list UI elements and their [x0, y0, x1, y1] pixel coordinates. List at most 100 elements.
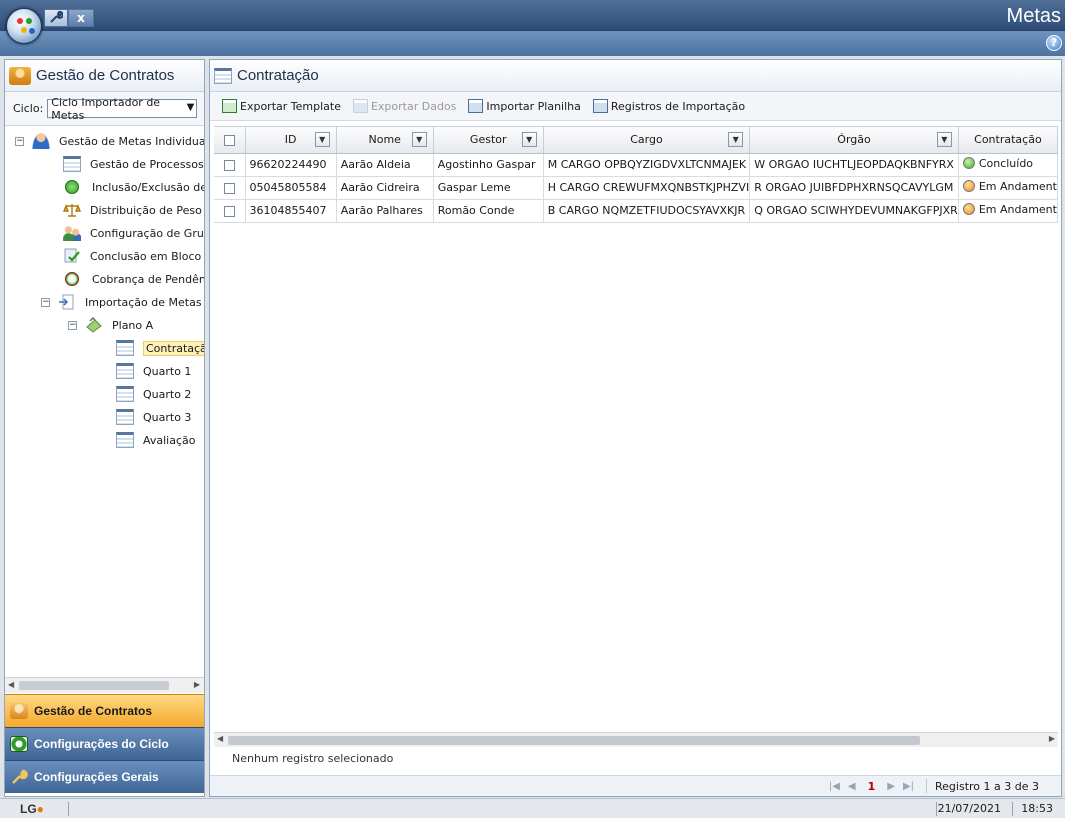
tree-node-quarto-3[interactable]: Quarto 3	[116, 407, 191, 427]
row-checkbox-cell	[214, 153, 246, 177]
nav-label: Gestão de Contratos	[34, 704, 153, 718]
tree-node-label: Quarto 1	[143, 364, 192, 378]
tree-node-configuracao-grupos[interactable]: Configuração de Grupos	[63, 223, 204, 243]
first-page-icon[interactable]: |◀	[829, 781, 840, 792]
wrench-icon	[10, 769, 28, 785]
chevron-down-icon[interactable]: ▼	[314, 132, 330, 147]
nav-gestao-contratos[interactable]: Gestão de Contratos	[5, 694, 204, 727]
logo-text: LG	[20, 801, 37, 816]
column-header-orgao[interactable]: Órgão ▼	[749, 127, 959, 154]
pager: |◀ ◀ 1 ▶ ▶| Registro 1 a 3 de 3	[210, 775, 1061, 796]
row-checkbox[interactable]	[223, 205, 235, 217]
last-page-icon[interactable]: ▶|	[903, 781, 914, 792]
column-label: Nome	[368, 133, 401, 147]
pager-divider	[926, 779, 928, 793]
next-page-icon[interactable]: ▶	[887, 781, 895, 792]
tree-node-label: Quarto 2	[143, 387, 192, 401]
tree-node-contratacao[interactable]: Contratação	[116, 338, 204, 358]
collapse-icon[interactable]: −	[41, 297, 50, 307]
tree-node-distribuicao-peso[interactable]: Distribuição de Peso nos	[62, 200, 204, 220]
tree-node-conclusao-bloco[interactable]: Conclusão em Bloco de	[63, 246, 204, 266]
tree-node-quarto-2[interactable]: Quarto 2	[116, 384, 191, 404]
scroll-right-icon[interactable]: ▶	[194, 680, 200, 689]
chevron-down-icon[interactable]: ▼	[728, 132, 744, 147]
import-spreadsheet-button[interactable]: Importar Planilha	[468, 99, 581, 113]
plan-icon	[85, 316, 103, 333]
tree-node-quarto-1[interactable]: Quarto 1	[116, 361, 191, 381]
cycle-select[interactable]: Ciclo Importador de Metas ▼	[47, 96, 198, 122]
tree-node-cobranca-pendencia[interactable]: Cobrança de Pendência	[63, 269, 204, 289]
data-grid: ID ▼ Nome ▼ Gestor ▼ Cargo ▼ Órgão ▼ Contrata…	[214, 126, 1058, 731]
status-orange-icon	[962, 203, 975, 216]
nav-configuracoes-ciclo[interactable]: Configurações do Ciclo	[5, 727, 204, 760]
scrollbar-thumb[interactable]	[19, 681, 169, 690]
tree-node-label: Plano A	[112, 318, 154, 332]
tree-node-label: Importação de Metas In	[85, 295, 204, 309]
grid-horizontal-scrollbar[interactable]: ◀ ▶	[214, 732, 1058, 747]
cell-gestor: Romão Conde	[433, 199, 544, 223]
chevron-down-icon[interactable]: ▼	[936, 132, 952, 147]
app-orb-button[interactable]	[6, 8, 42, 44]
row-checkbox[interactable]	[223, 182, 235, 194]
tree-node-label: Gestão de Processos	[90, 157, 204, 171]
table-row[interactable]: 96620224490 Aarão Aldeia Agostinho Gaspa…	[214, 153, 1058, 177]
left-panel-title: Gestão de Contratos	[36, 67, 175, 84]
cell-id: 05045805584	[245, 176, 337, 200]
add-circle-icon	[65, 180, 79, 194]
lg-logo: LG●	[20, 802, 44, 816]
column-header-cargo[interactable]: Cargo ▼	[543, 127, 751, 154]
chevron-down-icon[interactable]: ▼	[411, 132, 427, 147]
column-header-contratacao[interactable]: Contratação	[958, 127, 1058, 154]
tree-node-label: Inclusão/Exclusão de Co	[92, 180, 204, 194]
collapse-icon[interactable]: −	[15, 136, 24, 146]
page-icon	[214, 67, 232, 84]
cell-nome: Aarão Aldeia	[336, 153, 434, 177]
scrollbar-thumb[interactable]	[228, 736, 920, 745]
scroll-left-icon[interactable]: ◀	[8, 680, 14, 689]
cell-cargo: B CARGO NQMZETFIUDOCSYAVXKJR	[543, 199, 751, 223]
tree-node-gestao-processos[interactable]: Gestão de Processos	[63, 154, 204, 174]
navigation-tree: − Gestão de Metas Individuais Gestão de …	[5, 126, 204, 676]
tree-horizontal-scrollbar[interactable]: ◀ ▶	[5, 677, 204, 693]
export-template-button[interactable]: Exportar Template	[222, 99, 341, 113]
tree-node-plano-a[interactable]: − Plano A	[68, 315, 153, 335]
left-panel-header: Gestão de Contratos	[5, 60, 204, 92]
page-icon	[116, 409, 134, 425]
scroll-left-icon[interactable]: ◀	[217, 734, 223, 743]
cell-id: 96620224490	[245, 153, 337, 177]
table-row[interactable]: 05045805584 Aarão Cidreira Gaspar Leme H…	[214, 176, 1058, 200]
previous-page-icon[interactable]: ◀	[848, 781, 856, 792]
quick-tabs: x	[44, 9, 94, 27]
page-icon	[116, 386, 134, 402]
select-all-checkbox[interactable]	[223, 134, 235, 146]
balance-icon	[62, 202, 82, 218]
select-all-checkbox-cell	[214, 127, 246, 154]
tree-node-avaliacao[interactable]: Avaliação	[116, 430, 196, 450]
tree-node-inclusao-exclusao[interactable]: Inclusão/Exclusão de Co	[63, 177, 204, 197]
help-icon[interactable]: ?	[1046, 35, 1062, 51]
column-header-id[interactable]: ID ▼	[245, 127, 337, 154]
chevron-down-icon[interactable]: ▼	[521, 132, 537, 147]
wrench-icon[interactable]	[44, 9, 68, 27]
tree-node-importacao-metas[interactable]: − Importação de Metas In	[41, 292, 204, 312]
title-bar: x Metas ?	[0, 0, 1065, 56]
cell-nome: Aarão Cidreira	[336, 176, 434, 200]
column-header-nome[interactable]: Nome ▼	[336, 127, 434, 154]
nav-configuracoes-gerais[interactable]: Configurações Gerais	[5, 760, 204, 793]
scroll-right-icon[interactable]: ▶	[1049, 734, 1055, 743]
import-records-button[interactable]: Registros de Importação	[592, 99, 745, 113]
status-divider	[68, 802, 69, 816]
cell-contratacao: Em Andament	[958, 199, 1058, 223]
table-row[interactable]: 36104855407 Aarão Palhares Romão Conde B…	[214, 199, 1058, 223]
current-page[interactable]: 1	[868, 780, 876, 793]
column-label: Contratação	[974, 133, 1042, 147]
tree-node-gestao-metas[interactable]: − Gestão de Metas Individuais	[15, 131, 204, 151]
row-checkbox[interactable]	[223, 159, 235, 171]
cell-nome: Aarão Palhares	[336, 199, 434, 223]
cycle-settings-icon	[10, 736, 28, 752]
column-header-gestor[interactable]: Gestor ▼	[433, 127, 544, 154]
close-tab-button[interactable]: x	[68, 9, 94, 27]
export-data-button[interactable]: Exportar Dados	[352, 99, 456, 113]
column-label: ID	[284, 133, 297, 147]
collapse-icon[interactable]: −	[68, 320, 77, 330]
